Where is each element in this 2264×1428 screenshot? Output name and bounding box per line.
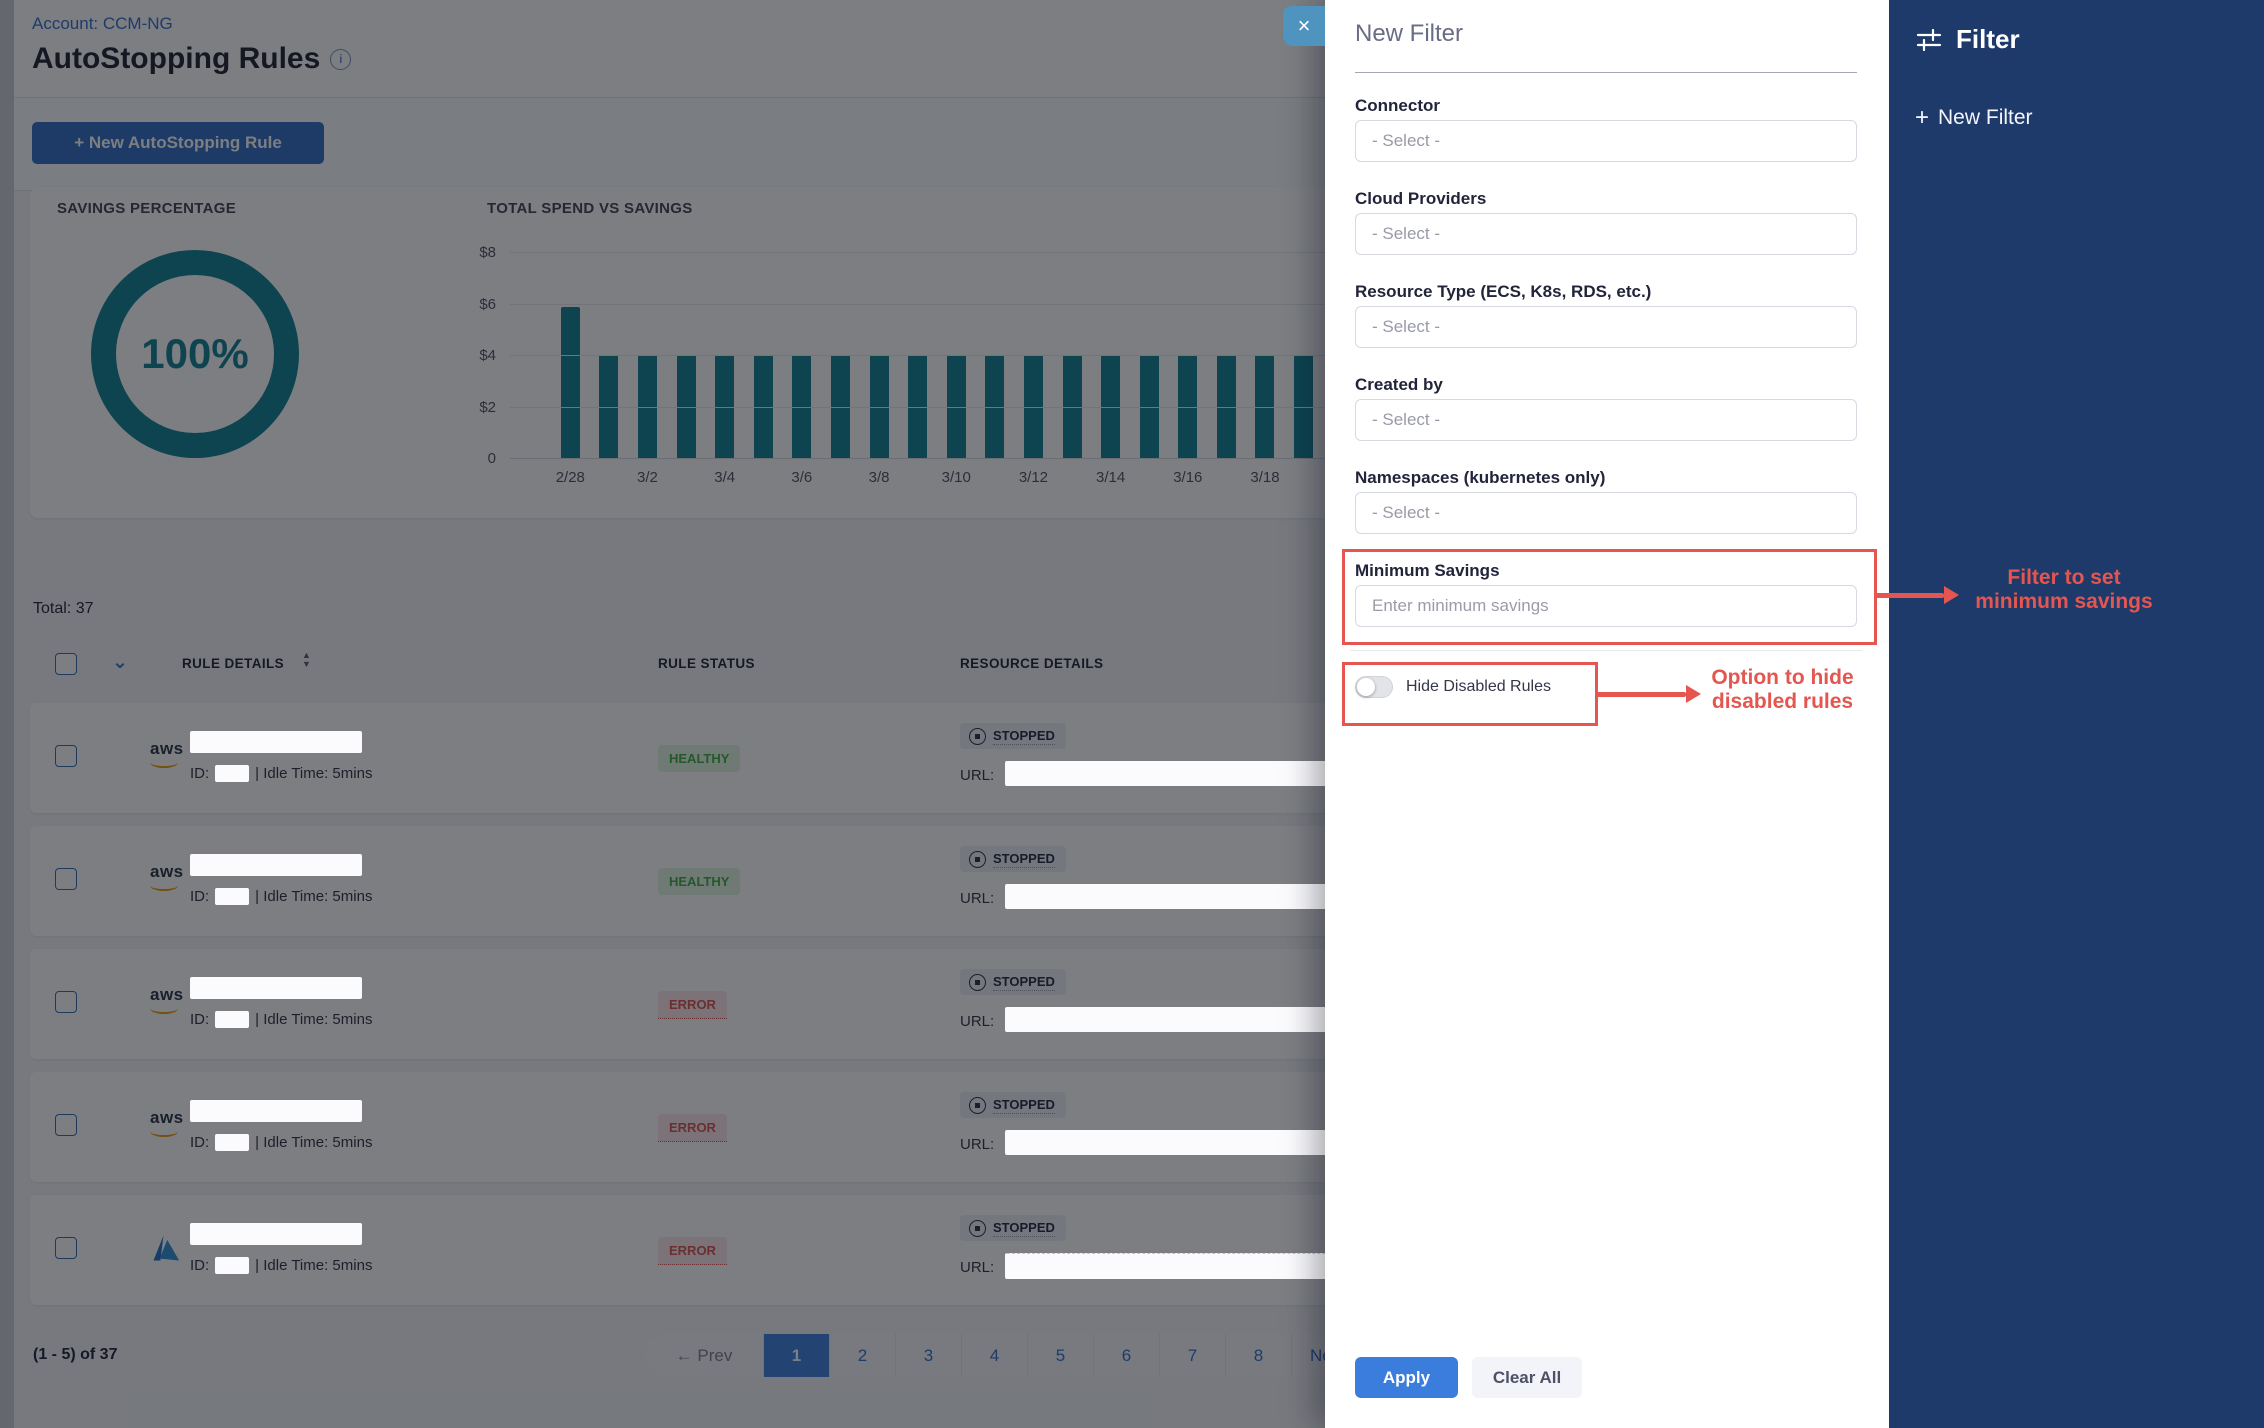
hide-disabled-rules-label: Hide Disabled Rules [1406,678,1551,696]
created-by-select[interactable]: - Select - [1355,399,1857,441]
annotation-text-minimum-savings: Filter to setminimum savings [1958,566,2170,614]
drawer-divider [1350,650,1862,651]
new-filter-button[interactable]: + New Filter [1915,106,2033,130]
hide-disabled-rules-toggle[interactable] [1355,676,1393,698]
namespaces-select[interactable]: - Select - [1355,492,1857,534]
filter-side-panel: Filter + New Filter [1889,0,2264,1428]
annotation-arrow-hide-disabled [1596,685,1701,703]
minimum-savings-label: Minimum Savings [1355,561,1500,581]
redacted-rule-name [190,977,362,999]
redacted-rule-name [190,731,362,753]
filter-name-underline [1355,72,1857,73]
redacted-rule-id [215,1011,249,1028]
filter-panel-title: Filter [1956,24,2020,55]
redacted-rule-name [190,854,362,876]
redacted-rule-id [215,888,249,905]
redacted-rule-name [190,1223,362,1245]
annotation-arrow-minimum-savings [1874,586,1959,604]
hide-disabled-rules-row: Hide Disabled Rules [1355,676,1551,698]
redacted-rule-name [190,1100,362,1122]
plus-icon: + [1915,106,1929,130]
redacted-url [1005,1007,1337,1032]
connector-select[interactable]: - Select - [1355,120,1857,162]
redacted-url [1005,884,1337,909]
connector-label: Connector [1355,96,1440,116]
filter-drawer: × New Filter Connector - Select - Cloud … [1325,0,1889,1428]
close-icon[interactable]: × [1283,6,1325,46]
created-by-label: Created by [1355,375,1443,395]
cloud-providers-label: Cloud Providers [1355,189,1486,209]
minimum-savings-input[interactable] [1355,585,1857,627]
filter-name-input[interactable]: New Filter [1355,20,1463,48]
redacted-rule-id [215,1134,249,1151]
clear-all-button[interactable]: Clear All [1472,1357,1582,1398]
apply-button[interactable]: Apply [1355,1357,1458,1398]
annotation-text-hide-disabled: Option to hidedisabled rules [1700,666,1865,714]
redacted-url [1005,1130,1337,1155]
redacted-rule-id [215,1257,249,1274]
namespaces-label: Namespaces (kubernetes only) [1355,468,1605,488]
resource-type-select[interactable]: - Select - [1355,306,1857,348]
resource-type-label: Resource Type (ECS, K8s, RDS, etc.) [1355,282,1651,302]
cloud-providers-select[interactable]: - Select - [1355,213,1857,255]
sliders-filter-icon [1915,26,1943,54]
filter-panel-header: Filter [1915,24,2020,55]
redacted-rule-id [215,765,249,782]
redacted-url [1005,761,1337,786]
redacted-url [1005,1253,1337,1279]
autostopping-rules-page: Account: CCM-NG AutoStopping Rules i + N… [0,0,2264,1428]
